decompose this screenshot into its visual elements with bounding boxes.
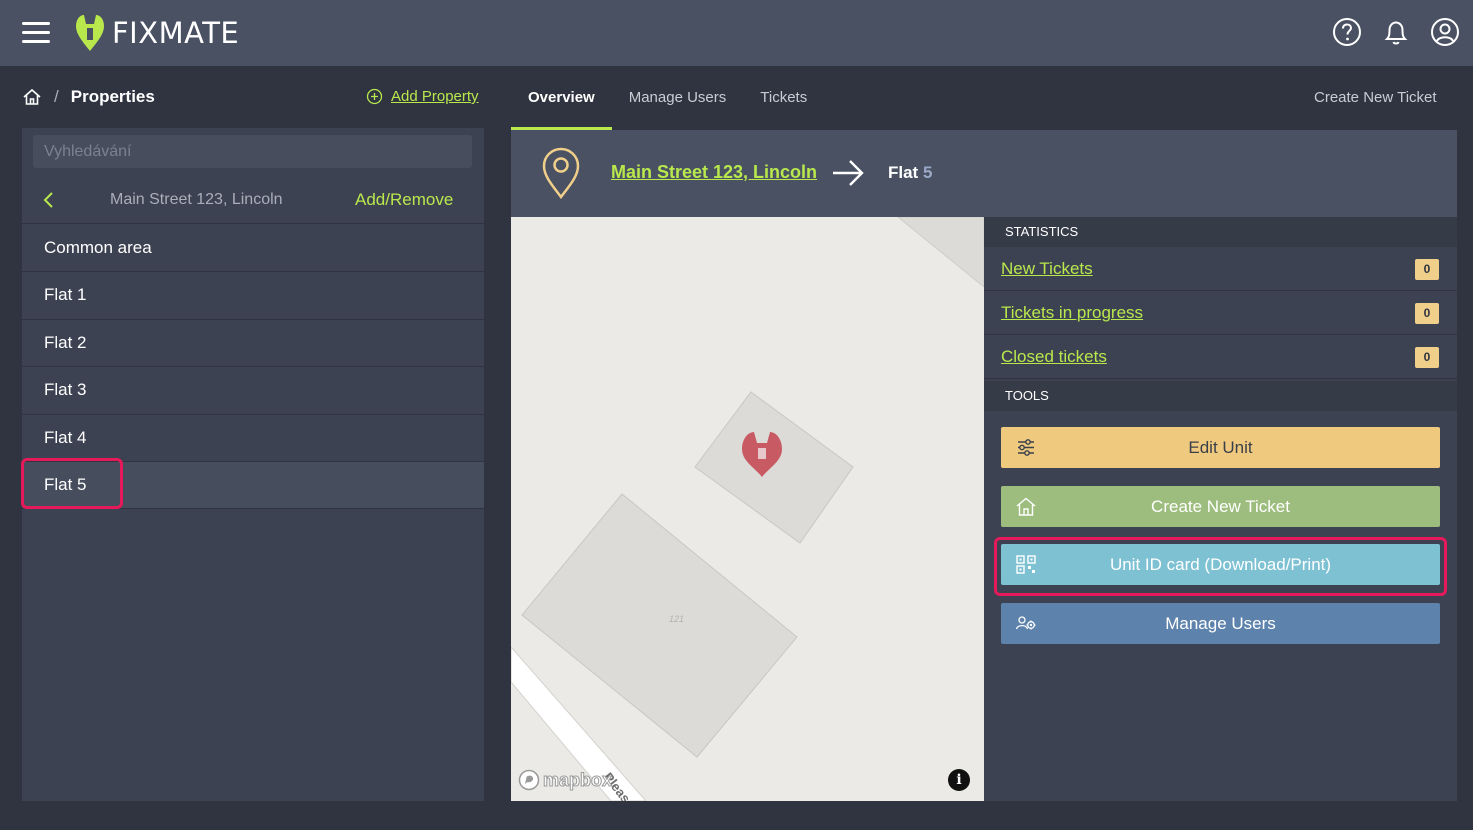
unit-id-card-button[interactable]: Unit ID card (Download/Print) — [1001, 544, 1440, 585]
home-icon[interactable] — [22, 87, 42, 107]
breadcrumb-current[interactable]: Properties — [71, 87, 155, 107]
breadcrumb: / Properties — [22, 84, 155, 110]
unit-item-flat-5[interactable]: Flat 5 — [22, 461, 484, 510]
statistics-heading: STATISTICS — [984, 217, 1457, 247]
unit-header: Main Street 123, Lincoln Flat 5 — [511, 130, 1457, 217]
unit-item-flat-2[interactable]: Flat 2 — [22, 320, 484, 368]
create-new-ticket-button[interactable]: Create New Ticket — [1001, 486, 1440, 527]
tools-heading: TOOLS — [984, 381, 1457, 411]
property-header: Main Street 123, Lincoln Add/Remove — [22, 176, 484, 224]
mapbox-logo-icon — [518, 769, 540, 791]
stat-row-tickets-in-progress: Tickets in progress 0 — [984, 291, 1457, 335]
unit-id-card-label: Unit ID card (Download/Print) — [1109, 555, 1332, 574]
menu-icon[interactable] — [22, 22, 50, 44]
plus-circle-icon — [366, 88, 383, 105]
search-input[interactable] — [33, 135, 472, 168]
building-number-label: 121 — [669, 614, 684, 624]
tab-manage-users[interactable]: Manage Users — [612, 78, 744, 130]
edit-unit-label: Edit Unit — [1188, 438, 1253, 457]
user-icon[interactable] — [1430, 17, 1460, 47]
unit-number: 5 — [922, 163, 933, 182]
tab-tickets[interactable]: Tickets — [743, 78, 824, 130]
unit-item-flat-1[interactable]: Flat 1 — [22, 272, 484, 320]
location-pin-icon — [542, 147, 580, 200]
help-icon[interactable] — [1332, 17, 1362, 47]
new-tickets-link[interactable]: New Tickets — [1001, 259, 1093, 279]
create-new-ticket-label: Create New Ticket — [1151, 497, 1290, 516]
map-info-button[interactable]: i — [948, 769, 970, 791]
map-building-unit — [694, 391, 854, 544]
bell-icon[interactable] — [1381, 17, 1411, 47]
create-new-ticket-link[interactable]: Create New Ticket — [1314, 89, 1437, 106]
map-canvas: 121 Pleas — [511, 217, 984, 801]
house-ticket-icon — [1016, 497, 1036, 516]
qr-code-icon — [1016, 555, 1036, 574]
unit-item-flat-3[interactable]: Flat 3 — [22, 367, 484, 415]
unit-item-flat-4[interactable]: Flat 4 — [22, 415, 484, 462]
map-view[interactable]: 121 Pleas mapbox i — [511, 217, 984, 801]
tickets-in-progress-count: 0 — [1415, 303, 1439, 324]
add-property-label: Add Property — [391, 88, 479, 105]
map-road-corner — [897, 217, 984, 288]
stat-row-new-tickets: New Tickets 0 — [984, 247, 1457, 291]
mapbox-attribution[interactable]: mapbox — [518, 769, 613, 791]
mapbox-text: mapbox — [542, 769, 613, 790]
tab-overview[interactable]: Overview — [511, 78, 612, 130]
unit-list: Common area Flat 1 Flat 2 Flat 3 Flat 4 … — [22, 225, 484, 510]
tickets-in-progress-link[interactable]: Tickets in progress — [1001, 303, 1143, 323]
unit-prefix: Flat — [888, 163, 919, 182]
chevron-left-icon[interactable] — [42, 191, 56, 209]
closed-tickets-count: 0 — [1415, 347, 1439, 368]
unit-side-panel: STATISTICS New Tickets 0 Tickets in prog… — [984, 217, 1457, 801]
property-address-link[interactable]: Main Street 123, Lincoln — [611, 162, 817, 183]
fixmate-logo-icon — [76, 15, 104, 51]
main-tabs: Overview Manage Users Tickets — [511, 78, 824, 130]
add-property-link[interactable]: Add Property — [366, 88, 479, 105]
new-tickets-count: 0 — [1415, 259, 1439, 280]
arrow-right-icon — [833, 160, 864, 186]
current-unit-label: Flat 5 — [888, 163, 932, 183]
stat-row-closed-tickets: Closed tickets 0 — [984, 335, 1457, 379]
app-logo[interactable]: FIXMATE — [74, 13, 239, 53]
users-gear-icon — [1015, 616, 1036, 630]
manage-users-label: Manage Users — [1165, 614, 1276, 633]
unit-item-common-area[interactable]: Common area — [22, 225, 484, 273]
edit-unit-button[interactable]: Edit Unit — [1001, 427, 1440, 468]
sliders-icon — [1018, 439, 1034, 456]
property-name: Main Street 123, Lincoln — [110, 191, 283, 208]
manage-users-button[interactable]: Manage Users — [1001, 603, 1440, 644]
brand-name: FIXMATE — [112, 16, 240, 50]
breadcrumb-separator: / — [54, 87, 59, 106]
closed-tickets-link[interactable]: Closed tickets — [1001, 347, 1107, 367]
top-bar: FIXMATE — [0, 0, 1473, 66]
add-remove-link[interactable]: Add/Remove — [355, 190, 453, 210]
sidebar: Main Street 123, Lincoln Add/Remove Comm… — [22, 128, 484, 801]
